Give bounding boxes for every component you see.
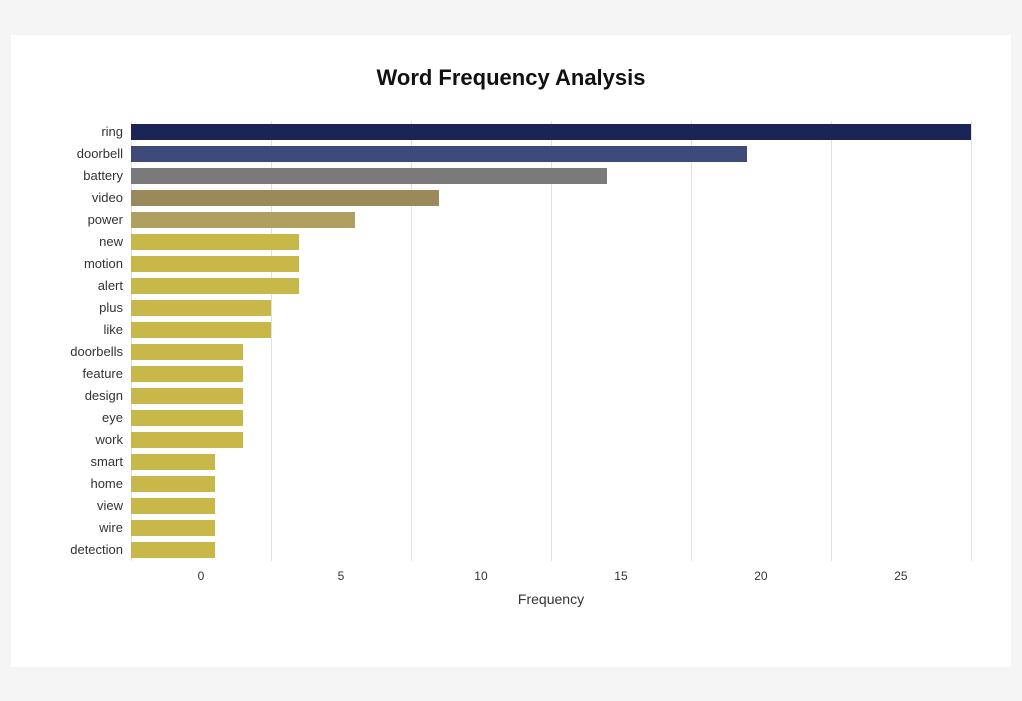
grid-line (411, 121, 412, 561)
y-labels: ringdoorbellbatteryvideopowernewmotional… (51, 121, 131, 561)
y-label-home: home (90, 473, 123, 495)
x-tick-0: 0 (131, 569, 271, 583)
bar-ring (131, 124, 971, 140)
bar-detection (131, 542, 215, 558)
bar-smart (131, 454, 215, 470)
y-label-doorbell: doorbell (77, 143, 123, 165)
bar-feature (131, 366, 243, 382)
bar-wire (131, 520, 215, 536)
y-label-power: power (88, 209, 123, 231)
grid-line (831, 121, 832, 561)
bar-plus (131, 300, 271, 316)
x-tick-15: 15 (551, 569, 691, 583)
y-label-battery: battery (83, 165, 123, 187)
y-label-view: view (97, 495, 123, 517)
bar-battery (131, 168, 607, 184)
bar-new (131, 234, 299, 250)
y-label-design: design (85, 385, 123, 407)
bar-power (131, 212, 355, 228)
y-label-motion: motion (84, 253, 123, 275)
bar-doorbell (131, 146, 747, 162)
bar-view (131, 498, 215, 514)
bar-doorbells (131, 344, 243, 360)
chart-container: Word Frequency Analysis ringdoorbellbatt… (11, 35, 1011, 667)
bars-section (131, 121, 971, 561)
grid-line (691, 121, 692, 561)
x-tick-10: 10 (411, 569, 551, 583)
y-label-work: work (96, 429, 123, 451)
bar-eye (131, 410, 243, 426)
bar-video (131, 190, 439, 206)
bar-design (131, 388, 243, 404)
y-label-new: new (99, 231, 123, 253)
x-tick-5: 5 (271, 569, 411, 583)
grid-line (271, 121, 272, 561)
x-tick-20: 20 (691, 569, 831, 583)
bar-work (131, 432, 243, 448)
bar-row-ring (131, 121, 971, 143)
bar-home (131, 476, 215, 492)
y-label-smart: smart (91, 451, 124, 473)
y-label-ring: ring (101, 121, 123, 143)
y-label-eye: eye (102, 407, 123, 429)
x-tick-30: 30 (971, 569, 1022, 583)
grid-line (551, 121, 552, 561)
grid-line (131, 121, 132, 561)
y-label-wire: wire (99, 517, 123, 539)
grid-line (971, 121, 972, 561)
x-axis-area: 051015202530 Frequency (131, 569, 971, 607)
x-axis-label: Frequency (131, 591, 971, 607)
bar-motion (131, 256, 299, 272)
bar-row-battery (131, 165, 971, 187)
y-label-doorbells: doorbells (70, 341, 123, 363)
y-label-like: like (103, 319, 123, 341)
y-label-plus: plus (99, 297, 123, 319)
x-ticks: 051015202530 (131, 569, 971, 583)
y-label-feature: feature (83, 363, 123, 385)
bar-alert (131, 278, 299, 294)
bars-inner (131, 121, 971, 561)
y-label-alert: alert (98, 275, 123, 297)
bar-row-doorbell (131, 143, 971, 165)
bar-like (131, 322, 271, 338)
y-label-detection: detection (70, 539, 123, 561)
x-tick-25: 25 (831, 569, 971, 583)
chart-title: Word Frequency Analysis (51, 65, 971, 91)
y-label-video: video (92, 187, 123, 209)
